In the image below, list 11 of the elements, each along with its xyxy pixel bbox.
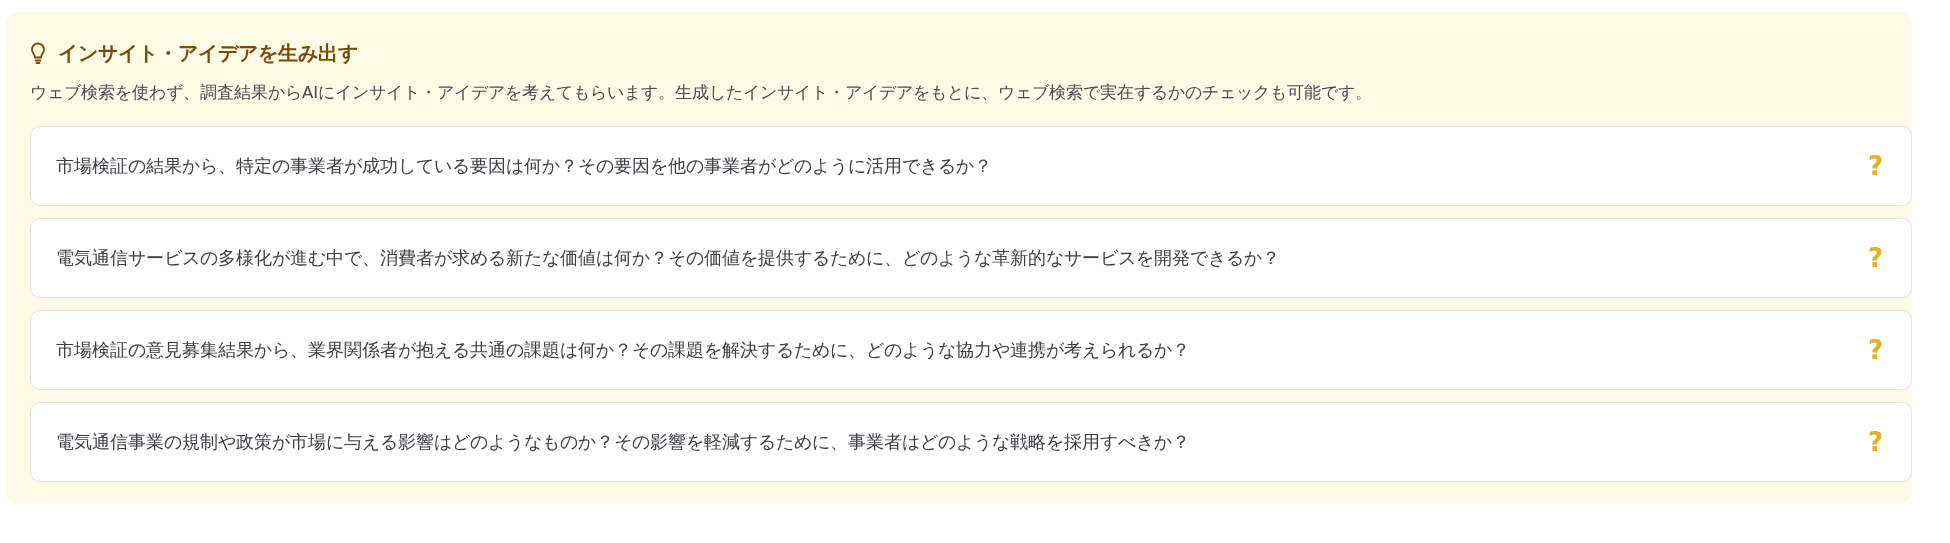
panel-description: ウェブ検索を使わず、調査結果からAIにインサイト・アイデアを考えてもらいます。生成したインサイト・アイデアをもとに、ウェブ検索で実在するかのチェックも可能です。 <box>30 82 1374 104</box>
question-text: 市場検証の結果から、特定の事業者が成功している要因は何か？その要因を他の事業者がどのように活用できるか？ <box>56 154 992 178</box>
question-text: 電気通信事業の規制や政策が市場に与える影響はどのようなものか？その影響を軽減するために、事業者はどのような戦略を採用すべきか？ <box>56 430 1190 454</box>
question-card[interactable]: 市場検証の結果から、特定の事業者が成功している要因は何か？その要因を他の事業者がどのように活用できるか？ ? <box>30 126 1912 206</box>
question-card[interactable]: 電気通信サービスの多様化が進む中で、消費者が求める新たな価値は何か？その価値を提供するために、どのような革新的なサービスを開発できるか？ ? <box>30 218 1912 298</box>
question-card[interactable]: 市場検証の意見募集結果から、業界関係者が抱える共通の課題は何か？その課題を解決するために、どのような協力や連携が考えられるか？ ? <box>30 310 1912 390</box>
question-text: 電気通信サービスの多様化が進む中で、消費者が求める新たな価値は何か？その価値を提供するために、どのような革新的なサービスを開発できるか？ <box>56 246 1280 270</box>
question-text: 市場検証の意見募集結果から、業界関係者が抱える共通の課題は何か？その課題を解決するために、どのような協力や連携が考えられるか？ <box>56 338 1190 362</box>
panel-title: インサイト・アイデアを生み出す <box>58 39 358 67</box>
question-card[interactable]: 電気通信事業の規制や政策が市場に与える影響はどのようなものか？その影響を軽減するために、事業者はどのような戦略を採用すべきか？ ? <box>30 402 1912 482</box>
lightbulb-icon <box>30 42 46 64</box>
